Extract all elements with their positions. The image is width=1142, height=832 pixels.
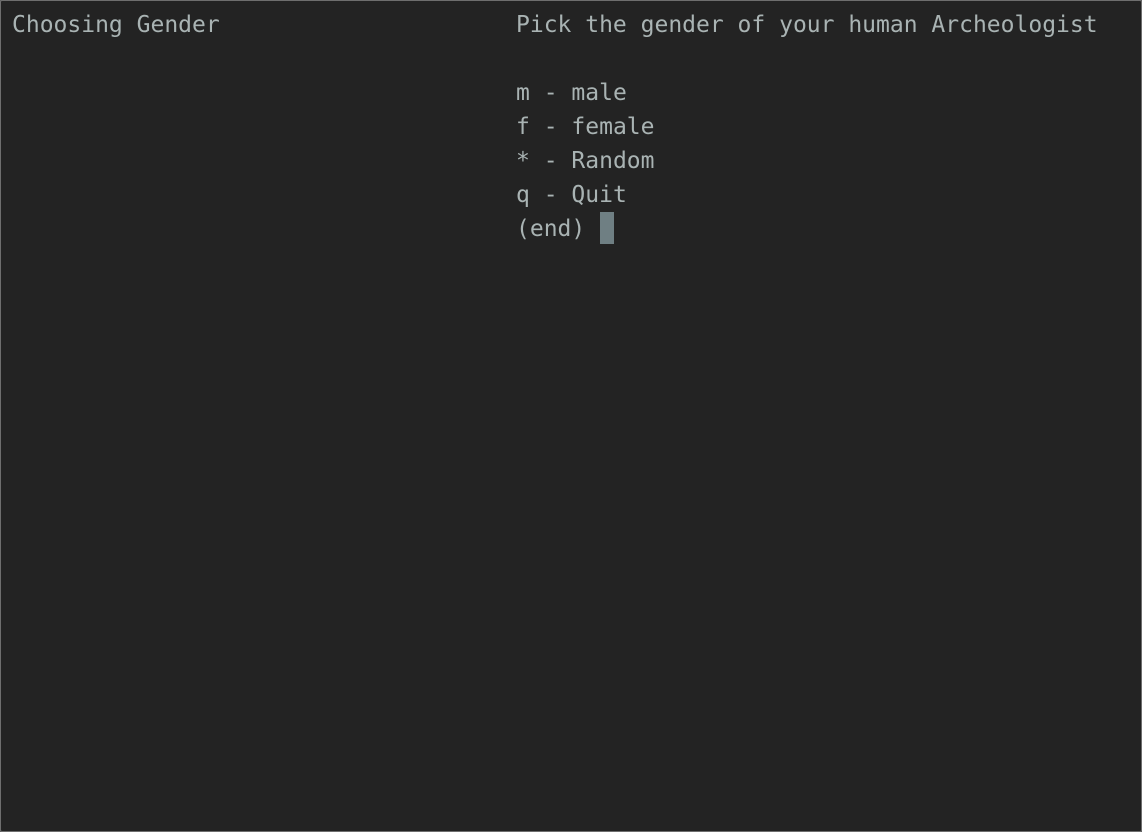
menu-option-random[interactable]: * - Random (516, 144, 655, 178)
text-cursor (600, 212, 614, 244)
gender-prompt: Pick the gender of your human Archeologi… (516, 12, 1098, 38)
option-key: f (516, 114, 530, 140)
option-label: Quit (571, 182, 627, 208)
option-separator: - (529, 114, 572, 140)
menu-option-female[interactable]: f - female (516, 110, 655, 144)
option-separator: - (529, 182, 572, 208)
option-key: q (516, 182, 530, 208)
screen-title: Choosing Gender (12, 12, 220, 38)
option-label: Random (571, 148, 655, 174)
option-key: * (516, 148, 530, 174)
option-separator: - (529, 80, 572, 106)
menu-option-male[interactable]: m - male (516, 76, 627, 110)
option-label: female (571, 114, 655, 140)
option-label: male (571, 80, 627, 106)
menu-option-quit[interactable]: q - Quit (516, 178, 627, 212)
terminal-window: Choosing Gender Pick the gender of your … (0, 0, 1142, 832)
option-separator: - (529, 148, 572, 174)
option-key: m (516, 80, 530, 106)
menu-end-marker: (end) (516, 216, 600, 242)
